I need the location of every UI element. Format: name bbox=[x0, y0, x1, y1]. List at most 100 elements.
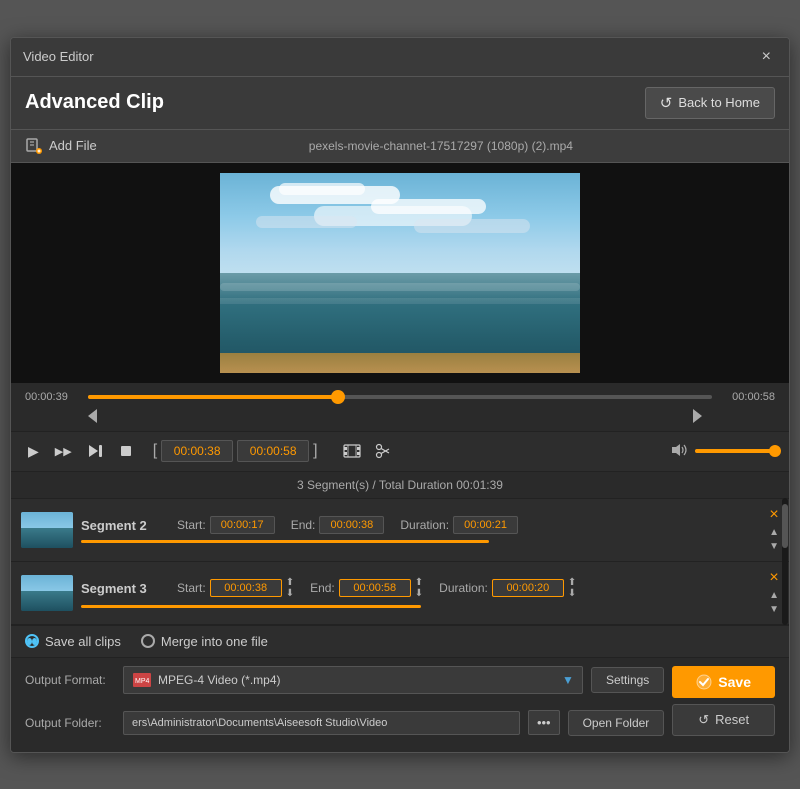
format-value: MPEG-4 Video (*.mp4) bbox=[158, 673, 281, 687]
add-file-icon bbox=[25, 137, 43, 155]
folder-row: Output Folder: ers\Administrator\Documen… bbox=[25, 710, 664, 736]
step-icon bbox=[88, 444, 104, 458]
timeline-section: 00:00:39 00:00:58 bbox=[11, 383, 789, 431]
volume-icon bbox=[671, 443, 689, 460]
close-button[interactable]: × bbox=[756, 46, 777, 68]
segment-start-field: Start: ⬆⬇ bbox=[177, 577, 294, 599]
segment-down-button[interactable]: ▼ bbox=[769, 541, 779, 553]
cloud-group bbox=[256, 181, 544, 281]
timeline-start-time: 00:00:39 bbox=[25, 391, 80, 403]
format-row: Output Format: MP4 MPEG-4 Video (*.mp4) … bbox=[25, 666, 664, 694]
save-label: Save bbox=[718, 674, 751, 690]
segment-close-button[interactable]: × bbox=[769, 507, 778, 523]
film-button[interactable] bbox=[340, 440, 364, 462]
segment-end-input[interactable] bbox=[339, 579, 411, 597]
segment-name: Segment 3 bbox=[81, 581, 161, 596]
settings-button[interactable]: Settings bbox=[591, 667, 664, 693]
segment-start-input[interactable] bbox=[210, 579, 282, 597]
segment-start-field: Start: 00:00:17 bbox=[177, 516, 275, 534]
duration-label: Duration: bbox=[400, 518, 449, 532]
volume-area bbox=[671, 443, 775, 460]
left-outputs: Output Format: MP4 MPEG-4 Video (*.mp4) … bbox=[25, 666, 664, 744]
end-time-input[interactable] bbox=[237, 440, 309, 462]
open-folder-button[interactable]: Open Folder bbox=[568, 710, 665, 736]
page-title: Advanced Clip bbox=[25, 91, 164, 114]
segment-close-button[interactable]: × bbox=[769, 570, 778, 586]
trim-handles-row bbox=[25, 409, 775, 423]
format-select[interactable]: MP4 MPEG-4 Video (*.mp4) ▼ bbox=[123, 666, 583, 694]
segment-info: Segment 3 Start: ⬆⬇ End: ⬆⬇ Duratio bbox=[81, 577, 761, 608]
timeline-thumb[interactable] bbox=[331, 390, 345, 404]
save-button[interactable]: Save bbox=[672, 666, 775, 698]
ocean-water bbox=[220, 273, 580, 373]
segment-up-button[interactable]: ▲ bbox=[769, 590, 779, 602]
scissors-button[interactable] bbox=[372, 440, 394, 462]
segments-wrapper: Segment 2 Start: 00:00:17 End: 00:00:38 … bbox=[11, 498, 789, 625]
segment-row: Segment 2 Start: 00:00:17 End: 00:00:38 … bbox=[81, 516, 761, 534]
duration-label: Duration: bbox=[439, 581, 488, 595]
folder-label: Output Folder: bbox=[25, 716, 115, 730]
start-spinner-icon[interactable]: ⬆⬇ bbox=[286, 577, 294, 599]
save-all-radio[interactable] bbox=[25, 634, 39, 648]
segment-actions: × ▲ ▼ bbox=[769, 507, 779, 553]
segment-arrows: ▲ ▼ bbox=[769, 590, 779, 616]
start-time-input[interactable] bbox=[161, 440, 233, 462]
segments-list: Segment 2 Start: 00:00:17 End: 00:00:38 … bbox=[11, 498, 789, 625]
bracket-left: [ bbox=[153, 442, 157, 460]
step-forward-button[interactable] bbox=[85, 441, 107, 461]
reset-button[interactable]: ↺ Reset bbox=[672, 704, 775, 736]
trim-handle-right[interactable] bbox=[693, 409, 702, 423]
wave-line-1 bbox=[220, 283, 580, 291]
video-editor-window: Video Editor × Advanced Clip ↺ Back to H… bbox=[10, 37, 790, 753]
window-title: Video Editor bbox=[23, 49, 94, 64]
file-bar: Add File pexels-movie-channet-17517297 (… bbox=[11, 130, 789, 163]
back-home-label: Back to Home bbox=[678, 95, 760, 110]
duration-spinner-icon[interactable]: ⬆⬇ bbox=[568, 577, 576, 599]
fast-forward-button[interactable]: ▶▶ bbox=[52, 442, 75, 461]
segment-arrows: ▲ ▼ bbox=[769, 527, 779, 553]
browse-button[interactable]: ••• bbox=[528, 710, 560, 735]
segment-duration-input[interactable] bbox=[492, 579, 564, 597]
back-home-button[interactable]: ↺ Back to Home bbox=[645, 87, 775, 119]
segments-info: 3 Segment(s) / Total Duration 00:01:39 bbox=[11, 471, 789, 498]
reset-icon: ↺ bbox=[698, 712, 709, 728]
segment-progress bbox=[81, 605, 421, 608]
end-spinner-icon[interactable]: ⬆⬇ bbox=[415, 577, 423, 599]
start-label: Start: bbox=[177, 581, 206, 595]
segment-down-button[interactable]: ▼ bbox=[769, 604, 779, 616]
bracket-right: ] bbox=[313, 442, 317, 460]
segment-end-field: End: 00:00:38 bbox=[291, 516, 385, 534]
output-section: Output Format: MP4 MPEG-4 Video (*.mp4) … bbox=[11, 657, 789, 752]
video-preview bbox=[11, 163, 789, 383]
volume-thumb[interactable] bbox=[769, 445, 781, 457]
speaker-icon bbox=[671, 443, 689, 457]
film-icon bbox=[343, 444, 361, 458]
cloud-5 bbox=[256, 216, 357, 228]
bottom-options: Save all clips Merge into one file bbox=[11, 625, 789, 657]
scrollbar-track[interactable] bbox=[782, 498, 788, 625]
icon-buttons bbox=[340, 440, 394, 462]
folder-path: ers\Administrator\Documents\Aiseesoft St… bbox=[123, 711, 520, 735]
scrollbar-thumb[interactable] bbox=[782, 504, 788, 548]
merge-into-one-option[interactable]: Merge into one file bbox=[141, 634, 268, 649]
segment-name: Segment 2 bbox=[81, 518, 161, 533]
add-file-button[interactable]: Add File bbox=[25, 137, 97, 155]
sand bbox=[220, 353, 580, 373]
timeline-slider[interactable] bbox=[88, 395, 712, 399]
trim-handle-left[interactable] bbox=[88, 409, 97, 423]
save-all-label: Save all clips bbox=[45, 634, 121, 649]
stop-button[interactable] bbox=[117, 442, 135, 460]
save-all-clips-option[interactable]: Save all clips bbox=[25, 634, 121, 649]
end-label: End: bbox=[310, 581, 335, 595]
output-actions-row: Output Format: MP4 MPEG-4 Video (*.mp4) … bbox=[25, 666, 775, 744]
segment-end-field: End: ⬆⬇ bbox=[310, 577, 423, 599]
play-button[interactable]: ▶ bbox=[25, 440, 42, 463]
volume-slider[interactable] bbox=[695, 449, 775, 453]
segment-up-button[interactable]: ▲ bbox=[769, 527, 779, 539]
segment-duration-field: Duration: ⬆⬇ bbox=[439, 577, 576, 599]
segment-duration-field: Duration: 00:00:21 bbox=[400, 516, 518, 534]
segment-info: Segment 2 Start: 00:00:17 End: 00:00:38 … bbox=[81, 516, 761, 543]
merge-label: Merge into one file bbox=[161, 634, 268, 649]
merge-radio[interactable] bbox=[141, 634, 155, 648]
segment-item: Segment 2 Start: 00:00:17 End: 00:00:38 … bbox=[11, 499, 789, 562]
